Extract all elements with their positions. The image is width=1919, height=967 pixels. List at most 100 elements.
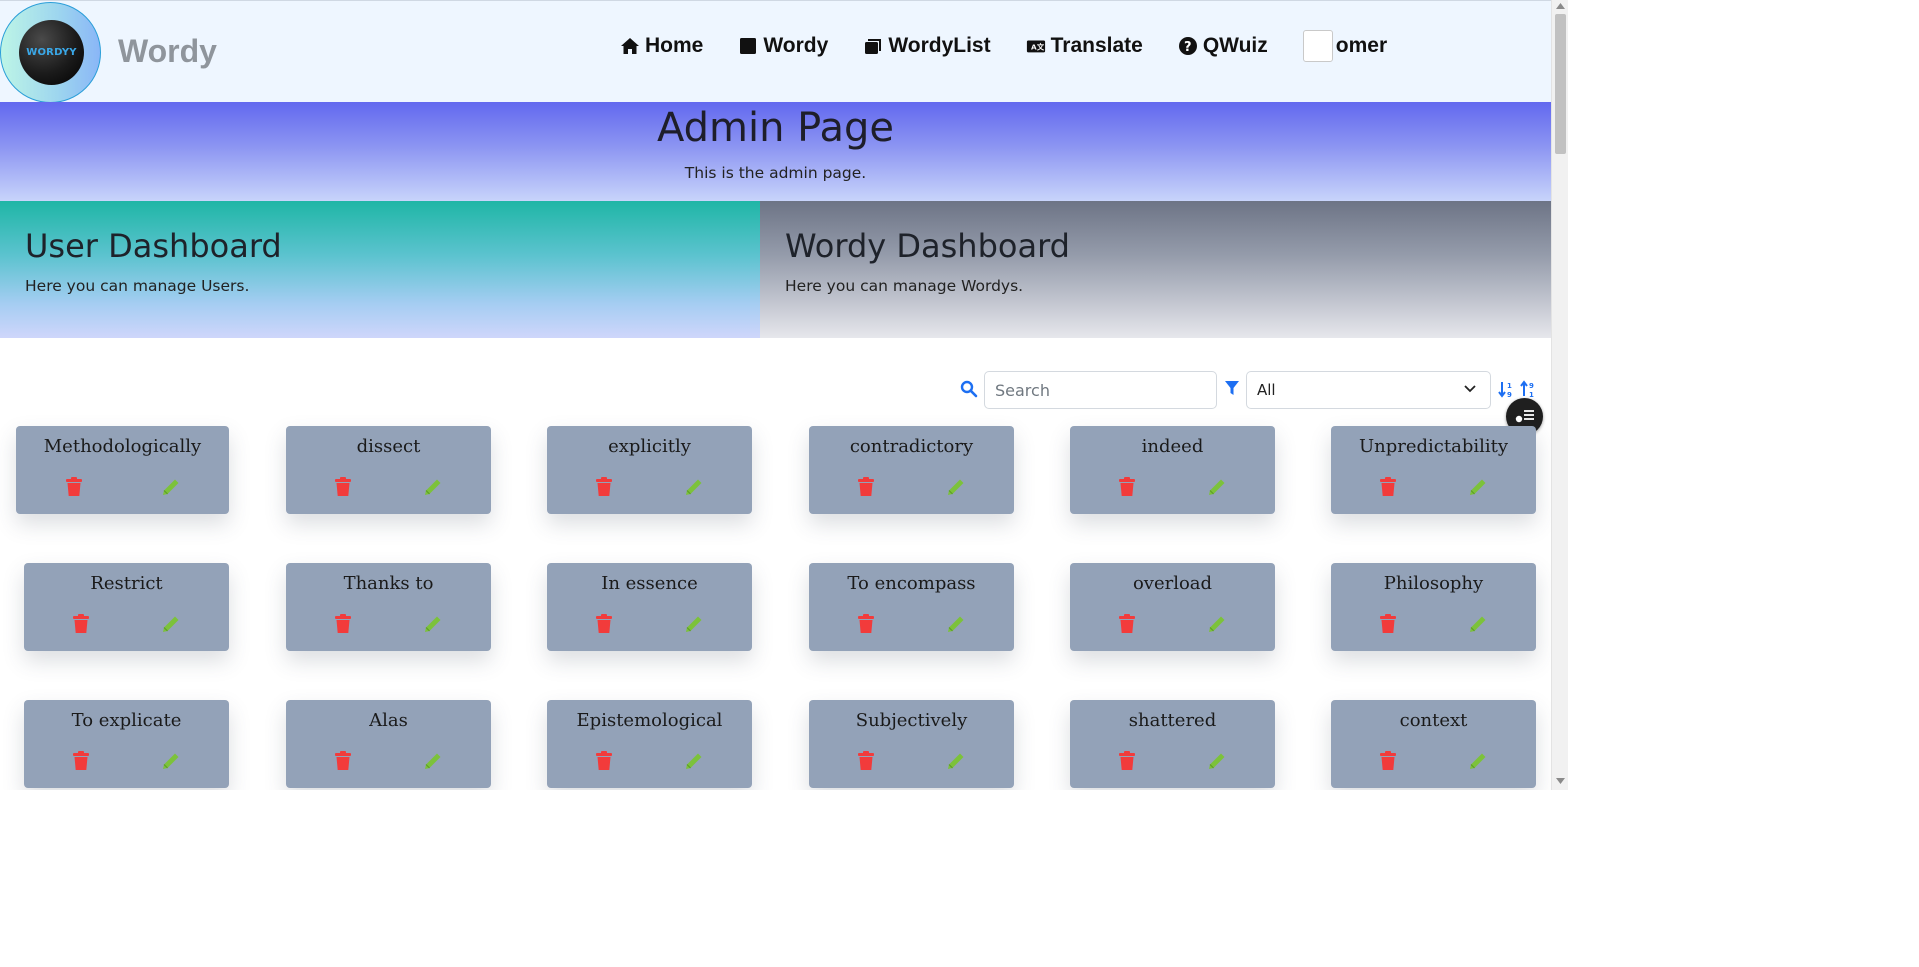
word-text: dissect (356, 436, 421, 457)
word-card[interactable]: To encompass (809, 563, 1014, 651)
trash-icon[interactable] (1379, 614, 1397, 634)
pencil-icon[interactable] (1468, 614, 1488, 634)
navbar: WORDYY Wordy Home Wordy WordyList A文 Tra… (0, 0, 1551, 103)
word-text: Restrict (90, 573, 163, 594)
pencil-icon[interactable] (161, 614, 181, 634)
word-text: Philosophy (1383, 573, 1484, 594)
word-card[interactable]: indeed (1070, 426, 1275, 514)
logo[interactable]: WORDYY (0, 2, 101, 103)
nav-home[interactable]: Home (620, 34, 703, 58)
nav-user[interactable]: omer (1302, 30, 1388, 62)
word-card[interactable]: shattered (1070, 700, 1275, 788)
word-card[interactable]: Philosophy (1331, 563, 1536, 651)
user-dashboard-description: Here you can manage Users. (25, 277, 250, 295)
pencil-icon[interactable] (161, 751, 181, 771)
nav-home-label: Home (645, 34, 704, 57)
trash-icon[interactable] (334, 477, 352, 497)
scroll-down-icon[interactable] (1556, 778, 1565, 784)
pencil-icon[interactable] (1468, 477, 1488, 497)
trash-icon[interactable] (1118, 614, 1136, 634)
user-dashboard-title: User Dashboard (25, 227, 282, 265)
word-card[interactable]: Epistemological (547, 700, 752, 788)
word-card[interactable]: In essence (547, 563, 752, 651)
brand-name[interactable]: Wordy (118, 33, 217, 70)
word-card[interactable]: contradictory (809, 426, 1014, 514)
trash-icon[interactable] (1118, 751, 1136, 771)
trash-icon[interactable] (334, 614, 352, 634)
nav-wordylist-label: WordyList (888, 34, 991, 57)
trash-icon[interactable] (72, 614, 90, 634)
word-card[interactable]: context (1331, 700, 1536, 788)
pencil-icon[interactable] (423, 751, 443, 771)
filter-select-value: All (1257, 381, 1276, 399)
search-input[interactable] (984, 371, 1217, 409)
pencil-icon[interactable] (946, 751, 966, 771)
wordy-dashboard-panel[interactable]: Wordy Dashboard Here you can manage Word… (760, 201, 1551, 338)
word-text: Thanks to (343, 573, 434, 594)
word-card[interactable]: To explicate (24, 700, 229, 788)
scroll-thumb[interactable] (1555, 14, 1566, 154)
trash-icon[interactable] (65, 477, 83, 497)
trash-icon[interactable] (857, 751, 875, 771)
word-card[interactable]: explicitly (547, 426, 752, 514)
nav-qwuiz-label: QWuiz (1202, 34, 1268, 57)
word-card[interactable]: Unpredictability (1331, 426, 1536, 514)
sort-descending-icon[interactable]: 9 1 (1520, 380, 1538, 398)
trash-icon[interactable] (1379, 751, 1397, 771)
word-card[interactable]: Thanks to (286, 563, 491, 651)
logo-text: WORDYY (26, 47, 77, 58)
trash-icon[interactable] (334, 751, 352, 771)
word-text: shattered (1128, 710, 1217, 731)
user-dashboard-panel[interactable]: User Dashboard Here you can manage Users… (0, 201, 760, 338)
nav-wordy[interactable]: Wordy (738, 34, 828, 58)
trash-icon[interactable] (857, 477, 875, 497)
word-text: overload (1132, 573, 1213, 594)
nav-user-label: omer (1335, 34, 1388, 57)
pencil-icon[interactable] (684, 751, 704, 771)
chevron-down-icon (1464, 385, 1476, 393)
word-card[interactable]: dissect (286, 426, 491, 514)
word-text: Alas (369, 710, 408, 731)
pencil-icon[interactable] (423, 614, 443, 634)
word-card[interactable]: Methodologically (16, 426, 229, 514)
logo-badge: WORDYY (19, 20, 84, 85)
trash-icon[interactable] (595, 614, 613, 634)
sort-ascending-icon[interactable]: 1 9 (1498, 380, 1516, 398)
trash-icon[interactable] (1379, 477, 1397, 497)
pencil-icon[interactable] (684, 614, 704, 634)
word-text: Subjectively (855, 710, 968, 731)
filter-select[interactable]: All (1246, 371, 1491, 409)
pencil-icon[interactable] (1207, 477, 1227, 497)
trash-icon[interactable] (857, 614, 875, 634)
wordy-dashboard-title: Wordy Dashboard (785, 227, 1070, 265)
pencil-icon[interactable] (1207, 614, 1227, 634)
question-circle-icon: ? (1178, 37, 1197, 55)
pencil-icon[interactable] (161, 477, 181, 497)
word-card[interactable]: Alas (286, 700, 491, 788)
page-title: Admin Page (656, 105, 895, 151)
svg-text:1: 1 (1529, 391, 1534, 398)
svg-text:9: 9 (1507, 391, 1512, 398)
trash-icon[interactable] (595, 751, 613, 771)
pencil-icon[interactable] (1468, 751, 1488, 771)
scrollbar[interactable] (1551, 0, 1568, 790)
pencil-icon[interactable] (423, 477, 443, 497)
word-card[interactable]: Subjectively (809, 700, 1014, 788)
trash-icon[interactable] (595, 477, 613, 497)
nav-translate[interactable]: A文 Translate (1026, 34, 1143, 58)
nav-qwuiz[interactable]: ? QWuiz (1178, 34, 1268, 58)
svg-text:文: 文 (1036, 43, 1045, 52)
word-text: Epistemological (576, 710, 723, 731)
pencil-icon[interactable] (1207, 751, 1227, 771)
word-card[interactable]: overload (1070, 563, 1275, 651)
pencil-icon[interactable] (946, 477, 966, 497)
scroll-up-icon[interactable] (1556, 3, 1565, 9)
svg-text:9: 9 (1529, 382, 1534, 390)
trash-icon[interactable] (1118, 477, 1136, 497)
nav-wordylist[interactable]: WordyList (863, 34, 991, 58)
trash-icon[interactable] (72, 751, 90, 771)
pencil-icon[interactable] (946, 614, 966, 634)
word-text: explicitly (608, 436, 691, 457)
word-card[interactable]: Restrict (24, 563, 229, 651)
pencil-icon[interactable] (684, 477, 704, 497)
